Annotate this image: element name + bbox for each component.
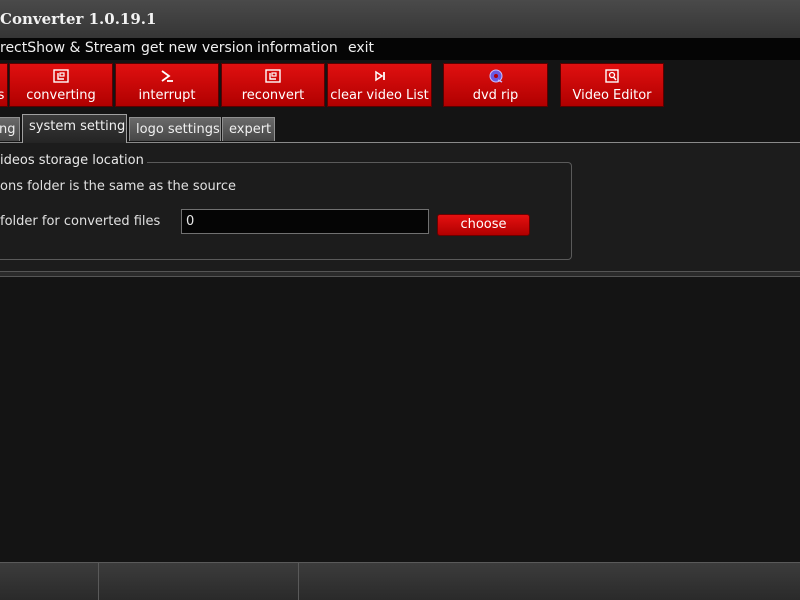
video-editor-icon — [605, 69, 619, 83]
menu-item-information[interactable]: information — [257, 40, 338, 56]
convert-icon — [53, 69, 69, 83]
menu-bar: rectShow & Stream get new version inform… — [0, 38, 800, 60]
video-editor-button[interactable]: Video Editor — [560, 63, 664, 107]
system-settings-panel: ideos storage location ons folder is the… — [0, 143, 800, 271]
video-editor-label: Video Editor — [572, 88, 652, 103]
interrupt-icon — [161, 70, 173, 82]
reconvert-icon — [265, 69, 281, 83]
group-title: ideos storage location — [0, 153, 147, 168]
toolbar-button-partial[interactable]: s — [0, 63, 8, 107]
tab-expert[interactable]: expert — [222, 117, 275, 141]
tab-system-settings[interactable]: system settings — [22, 114, 127, 143]
settings-tab-strip: ng system settings logo settings expert — [0, 114, 800, 143]
interrupt-button[interactable]: interrupt — [115, 63, 219, 107]
disc-icon — [489, 69, 502, 83]
video-list-area[interactable] — [0, 277, 800, 562]
reconvert-button[interactable]: reconvert — [221, 63, 325, 107]
converting-button[interactable]: converting — [9, 63, 113, 107]
status-segment — [0, 563, 99, 600]
folder-path-input[interactable] — [181, 209, 429, 234]
menu-item-exit[interactable]: exit — [348, 40, 374, 56]
converting-label: converting — [26, 88, 96, 103]
dvd-rip-button[interactable]: dvd rip — [443, 63, 548, 107]
title-bar: Converter 1.0.19.1 — [0, 0, 800, 38]
toolbar: s converting interrupt reconvert clear v… — [0, 60, 800, 110]
skip-icon — [374, 70, 385, 82]
menu-item-directshow-stream[interactable]: rectShow & Stream — [0, 40, 136, 56]
interrupt-label: interrupt — [138, 88, 196, 103]
tab-logo-settings[interactable]: logo settings — [129, 117, 221, 141]
menu-item-get-new-version[interactable]: get new version — [141, 40, 253, 56]
dvd-rip-label: dvd rip — [472, 88, 519, 103]
reconvert-label: reconvert — [241, 88, 305, 103]
status-bar — [0, 562, 800, 600]
clear-video-list-button[interactable]: clear video List — [327, 63, 432, 107]
toolbar-button-label: s — [0, 88, 5, 103]
status-segment — [98, 563, 299, 600]
tab-partial[interactable]: ng — [0, 117, 20, 141]
folder-label: folder for converted files — [0, 214, 161, 229]
same-folder-option[interactable]: ons folder is the same as the source — [0, 179, 236, 194]
window-title: Converter 1.0.19.1 — [0, 10, 157, 28]
choose-button[interactable]: choose — [437, 214, 530, 236]
clear-video-list-label: clear video List — [330, 88, 429, 103]
